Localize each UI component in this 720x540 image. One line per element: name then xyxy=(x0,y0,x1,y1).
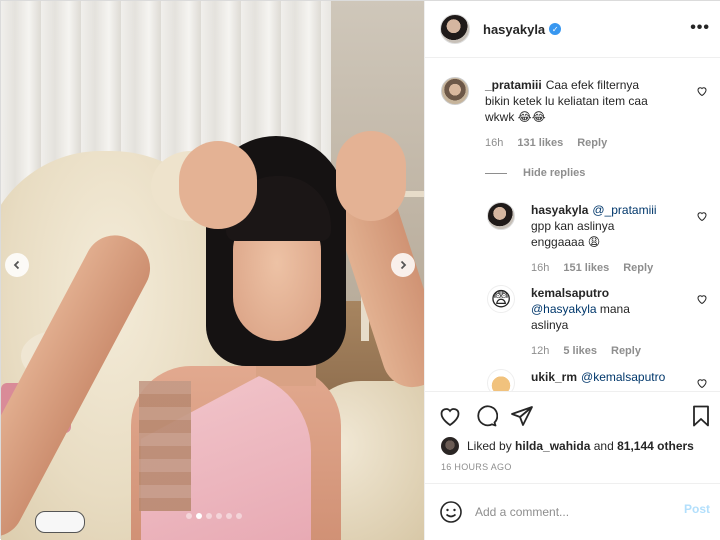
carousel-dot xyxy=(206,513,212,519)
likes-summary: Liked by hilda_wahida and 81,144 others xyxy=(441,437,694,455)
paper-plane-icon[interactable] xyxy=(510,404,534,428)
verified-badge-icon: ✓ xyxy=(549,23,562,35)
reply-body: ukik_rm @kemalsaputro xyxy=(531,369,665,391)
reply-text-line: mana xyxy=(599,302,630,316)
carousel-dot xyxy=(236,513,242,519)
reply-like-heart-icon[interactable] xyxy=(696,377,708,389)
hide-replies-label: Hide replies xyxy=(523,167,586,179)
carousel-dot xyxy=(226,513,232,519)
likes-prefix: Liked by xyxy=(467,439,512,453)
reply-body: hasyakyla @_pratamiii gpp kan aslinya eng… xyxy=(531,202,657,276)
reply-like-heart-icon[interactable] xyxy=(696,293,708,305)
carousel-dot xyxy=(186,513,192,519)
chevron-right-icon xyxy=(400,260,407,270)
comment-text-line: wkwk 😂😂 xyxy=(485,110,546,124)
carousel-prev-button[interactable] xyxy=(5,253,29,277)
divider-line xyxy=(485,172,507,174)
carousel-next-button[interactable] xyxy=(391,253,415,277)
post-timestamp[interactable]: 16 HOURS AGO xyxy=(441,462,512,472)
reply-meta: 16h 151 likes Reply xyxy=(531,260,657,276)
reply-text-line: aslinya xyxy=(531,318,569,332)
post-button[interactable]: Post xyxy=(684,502,710,516)
liker-username[interactable]: hilda_wahida xyxy=(515,439,590,453)
reply-mention[interactable]: @hasyakyla xyxy=(531,302,597,316)
carousel-indicator xyxy=(186,513,242,519)
comment-time[interactable]: 16h xyxy=(485,135,503,151)
likes-count[interactable]: 81,144 others xyxy=(617,439,694,453)
chevron-left-icon xyxy=(13,260,20,270)
person-hand-left xyxy=(179,141,257,229)
post-side-panel: hasyakyla ✓ ••• _pratamiii Caa efek filte… xyxy=(424,1,720,540)
reply-mention[interactable]: @kemalsaputro xyxy=(581,370,665,384)
instagram-post-modal: hasyakyla ✓ ••• _pratamiii Caa efek filte… xyxy=(0,0,720,540)
reply: hasyakyla @_pratamiii gpp kan aslinya eng… xyxy=(487,202,657,276)
reply-time[interactable]: 16h xyxy=(531,260,549,276)
comment-icon[interactable] xyxy=(474,404,498,428)
reply-text-line: enggaaaa 😩 xyxy=(531,235,601,249)
carousel-dot xyxy=(216,513,222,519)
reply-mention[interactable]: @_pratamiii xyxy=(592,203,656,217)
comment-text-line: Caa efek filternya xyxy=(545,78,640,92)
reply-text-line: gpp kan aslinya xyxy=(531,219,615,233)
reply-button[interactable]: Reply xyxy=(611,343,641,359)
reply-like-heart-icon[interactable] xyxy=(696,210,708,222)
carousel-dot xyxy=(196,513,202,519)
reply-likes[interactable]: 151 likes xyxy=(563,260,609,276)
action-bar xyxy=(425,391,720,437)
replier-username[interactable]: hasyakyla xyxy=(531,203,588,217)
comment-likes[interactable]: 131 likes xyxy=(517,135,563,151)
replier-avatar[interactable] xyxy=(487,202,515,230)
commenter-username[interactable]: _pratamiii xyxy=(485,78,542,92)
more-dots-icon[interactable]: ••• xyxy=(690,19,710,37)
reply-body: kemalsaputro @hasyakyla mana aslinya 12h… xyxy=(531,285,641,359)
scream-emoji-icon: 😨 xyxy=(490,288,512,311)
likes-connector: and xyxy=(593,439,614,453)
reply: ukik_rm @kemalsaputro xyxy=(487,369,665,391)
pixelated-area xyxy=(139,381,191,511)
comment: _pratamiii Caa efek filternya bikin ketek… xyxy=(441,77,648,151)
reply-time[interactable]: 12h xyxy=(531,343,549,359)
comment-like-heart-icon[interactable] xyxy=(696,85,708,97)
smiley-icon[interactable] xyxy=(439,500,463,524)
post-header: hasyakyla ✓ ••• xyxy=(425,1,720,58)
reply: 😨 kemalsaputro @hasyakyla mana aslinya 1… xyxy=(487,285,641,359)
replier-avatar[interactable] xyxy=(487,369,515,391)
add-comment-bar: Post xyxy=(425,483,720,540)
liker-avatar[interactable] xyxy=(441,437,459,455)
bookmark-icon[interactable] xyxy=(689,404,713,428)
replier-username[interactable]: kemalsaputro xyxy=(531,286,609,300)
comment-meta: 16h 131 likes Reply xyxy=(485,135,648,151)
reply-button[interactable]: Reply xyxy=(623,260,653,276)
sticker xyxy=(35,511,85,533)
commenter-avatar[interactable] xyxy=(441,77,469,105)
heart-icon[interactable] xyxy=(438,404,462,428)
replier-avatar[interactable]: 😨 xyxy=(487,285,515,313)
hide-replies-toggle[interactable]: Hide replies xyxy=(485,167,585,179)
author-username[interactable]: hasyakyla xyxy=(483,22,545,37)
comment-body: _pratamiii Caa efek filternya bikin ketek… xyxy=(485,77,648,151)
reply-button[interactable]: Reply xyxy=(577,135,607,151)
person-hand-right xyxy=(336,131,406,221)
comment-text-line: bikin ketek lu keliatan item caa xyxy=(485,94,648,108)
replier-username[interactable]: ukik_rm xyxy=(531,370,577,384)
reply-meta: 12h 5 likes Reply xyxy=(531,343,641,359)
reply-likes[interactable]: 5 likes xyxy=(563,343,597,359)
post-photo[interactable] xyxy=(1,1,424,540)
comments-list[interactable]: _pratamiii Caa efek filternya bikin ketek… xyxy=(425,59,720,391)
author-avatar[interactable] xyxy=(440,14,470,44)
comment-input[interactable] xyxy=(475,505,675,519)
